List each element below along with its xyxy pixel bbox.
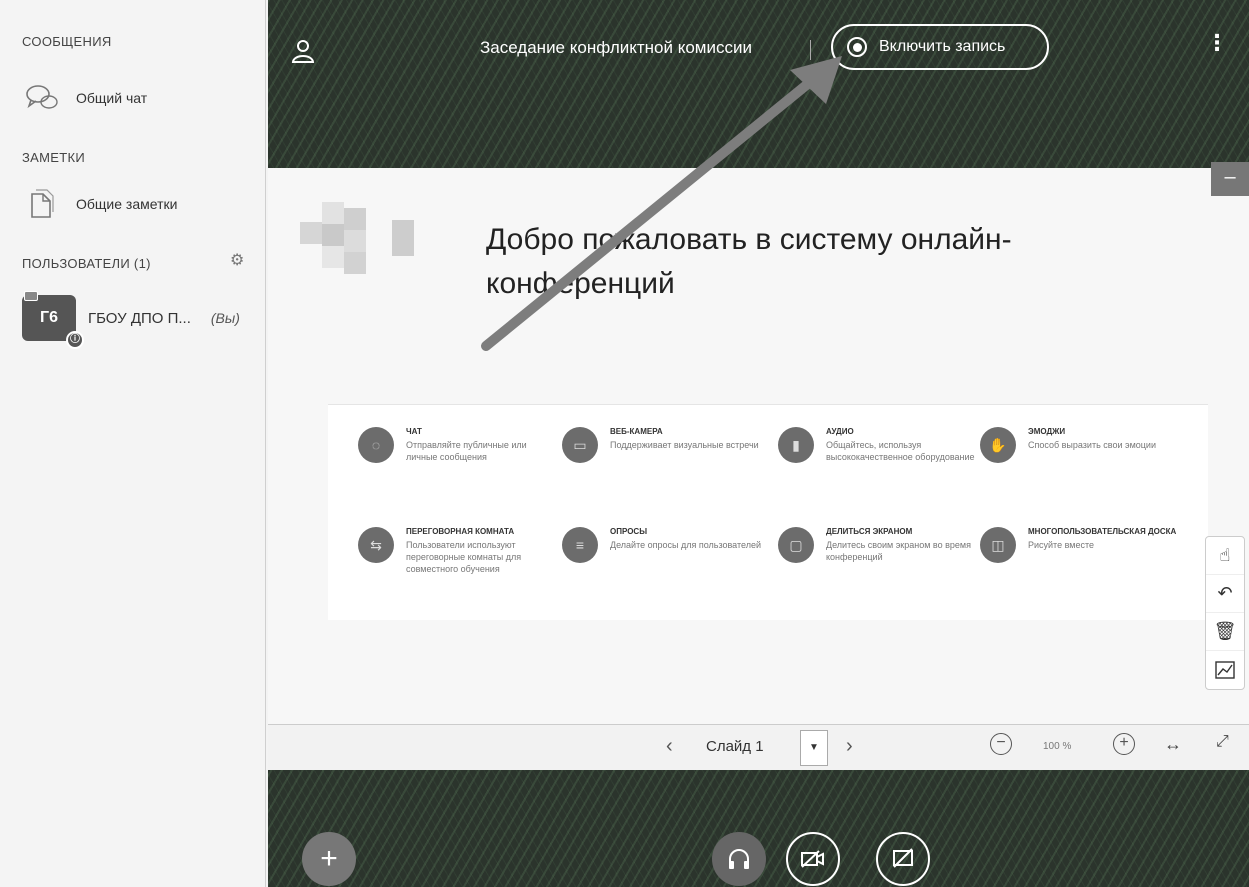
- feature-item: ◌ ЧАТ Отправляйте публичные или личные со…: [358, 427, 558, 463]
- undo-icon[interactable]: ↶: [1206, 575, 1244, 613]
- record-icon: [847, 37, 867, 57]
- slide-select-label[interactable]: Слайд 1: [706, 738, 764, 755]
- kebab-icon[interactable]: ⋮: [1206, 30, 1228, 56]
- user-list-item[interactable]: Г6 ⓘ ГБОУ ДПО П... (Вы): [22, 291, 240, 349]
- prev-slide-icon[interactable]: ‹: [666, 735, 673, 758]
- logo-placeholder: [300, 202, 414, 274]
- user-icon[interactable]: [290, 38, 316, 64]
- public-chat-label: Общий чат: [76, 90, 148, 106]
- feature-title: ОПРОСЫ: [610, 527, 648, 536]
- rooms-icon: ⇆: [358, 527, 394, 563]
- headphones-icon: [729, 849, 749, 869]
- start-recording-label: Включить запись: [879, 38, 1006, 55]
- feature-desc: Делайте опросы для пользователей: [610, 540, 762, 550]
- camera-off-button[interactable]: [786, 832, 840, 886]
- feature-title: ЧАТ: [406, 427, 422, 436]
- user-you-label: (Вы): [210, 310, 240, 326]
- fullscreen-icon[interactable]: ⤢: [1216, 733, 1229, 751]
- mic-status-icon: ⓘ: [66, 331, 84, 349]
- feature-title: ЭМОДЖИ: [1028, 427, 1066, 436]
- avatar-initials: Г6: [40, 309, 58, 326]
- next-slide-icon[interactable]: ›: [846, 735, 853, 758]
- feature-desc: Пользователи используют переговорные ком…: [406, 540, 522, 574]
- whiteboard-toolbar: ☝ ↶ 🗑: [1205, 536, 1245, 690]
- gear-icon[interactable]: ⚙: [230, 250, 244, 270]
- features-panel: ◌ ЧАТ Отправляйте публичные или личные со…: [328, 404, 1208, 620]
- divider: [810, 40, 811, 60]
- multiuser-chart-icon[interactable]: [1206, 651, 1244, 689]
- camera-off-icon: [801, 850, 824, 868]
- mic-icon: ▮: [778, 427, 814, 463]
- users-section-title: ПОЛЬЗОВАТЕЛИ (1): [22, 256, 151, 271]
- public-chat-item[interactable]: Общий чат: [22, 80, 147, 116]
- feature-desc: Рисуйте вместе: [1028, 540, 1094, 550]
- feature-item: ▮ АУДИО Общайтесь, используя высококачест…: [778, 427, 978, 463]
- feature-title: МНОГОПОЛЬЗОВАТЕЛЬСКАЯ ДОСКА: [1028, 527, 1177, 536]
- zoom-value: 100 %: [1043, 741, 1072, 752]
- notes-section-title: ЗАМЕТКИ: [22, 150, 85, 165]
- poll-icon: ≡: [562, 527, 598, 563]
- shared-notes-item[interactable]: Общие заметки: [22, 186, 177, 222]
- slide-navigation: ‹ Слайд 1 ▼ › − 100 % + ↔ ⤢: [268, 724, 1249, 770]
- feature-desc: Общайтесь, используя высококачественное …: [826, 440, 975, 462]
- top-bar: Заседание конфликтной комиссии Включить …: [268, 0, 1249, 165]
- app-root: СООБЩЕНИЯ Общий чат ЗАМЕТКИ Общие заметк…: [0, 0, 1249, 887]
- chat-icon: ◌: [358, 427, 394, 463]
- hand-tool-icon[interactable]: ☝: [1206, 537, 1244, 575]
- feature-title: ВЕБ-КАМЕРА: [610, 427, 663, 436]
- feature-item: ✋ ЭМОДЖИ Способ выразить свои эмоции: [980, 427, 1180, 463]
- avatar: Г6 ⓘ: [22, 291, 84, 349]
- presenter-icon: [24, 291, 38, 301]
- messages-section-title: СООБЩЕНИЯ: [22, 34, 112, 49]
- fit-width-icon[interactable]: ↔: [1164, 734, 1182, 755]
- main-area: Заседание конфликтной комиссии Включить …: [268, 0, 1249, 887]
- chat-bubbles-icon: [22, 80, 62, 116]
- meeting-title: Заседание конфликтной комиссии: [480, 38, 752, 57]
- feature-desc: Способ выразить свои эмоции: [1028, 440, 1156, 450]
- welcome-text: Добро пожаловать в систему онлайн-конфер…: [486, 223, 1012, 300]
- document-icon: [22, 186, 62, 222]
- feature-desc: Делитесь своим экраном во время конферен…: [826, 540, 971, 562]
- screen-share-off-button[interactable]: [876, 832, 930, 886]
- shared-notes-label: Общие заметки: [76, 196, 178, 212]
- feature-item: ▢ ДЕЛИТЬСЯ ЭКРАНОМ Делитесь своим экраном…: [778, 527, 978, 563]
- chevron-down-icon[interactable]: ▼: [800, 730, 828, 766]
- hand-icon: ✋: [980, 427, 1016, 463]
- feature-desc: Поддерживает визуальные встречи: [610, 440, 759, 450]
- presentation-slide: Добро пожаловать в систему онлайн-конфер…: [268, 168, 1249, 724]
- sidebar: СООБЩЕНИЯ Общий чат ЗАМЕТКИ Общие заметк…: [0, 0, 266, 887]
- feature-title: ДЕЛИТЬСЯ ЭКРАНОМ: [826, 527, 913, 536]
- actions-plus-button[interactable]: +: [302, 832, 356, 886]
- screen-icon: ▢: [778, 527, 814, 563]
- feature-desc: Отправляйте публичные или личные сообщен…: [406, 440, 527, 462]
- feature-title: ПЕРЕГОВОРНАЯ КОМНАТА: [406, 527, 515, 536]
- feature-item: ▭ ВЕБ-КАМЕРА Поддерживает визуальные встр…: [562, 427, 762, 463]
- feature-item: ◫ МНОГОПОЛЬЗОВАТЕЛЬСКАЯ ДОСКА Рисуйте вме…: [980, 527, 1180, 563]
- zoom-out-icon[interactable]: −: [990, 733, 1012, 755]
- whiteboard-icon: ◫: [980, 527, 1016, 563]
- start-recording-button[interactable]: Включить запись: [831, 24, 1049, 70]
- zoom-in-icon[interactable]: +: [1113, 733, 1135, 755]
- trash-icon[interactable]: 🗑: [1206, 613, 1244, 651]
- feature-title: АУДИО: [826, 427, 854, 436]
- user-name: ГБОУ ДПО П...: [88, 309, 191, 327]
- screen-share-off-icon: [893, 848, 913, 868]
- audio-button[interactable]: [712, 832, 766, 886]
- minimize-presentation-button[interactable]: –: [1211, 162, 1249, 196]
- feature-item: ⇆ ПЕРЕГОВОРНАЯ КОМНАТА Пользователи испол…: [358, 527, 558, 575]
- camera-icon: ▭: [562, 427, 598, 463]
- feature-item: ≡ ОПРОСЫ Делайте опросы для пользователей: [562, 527, 762, 563]
